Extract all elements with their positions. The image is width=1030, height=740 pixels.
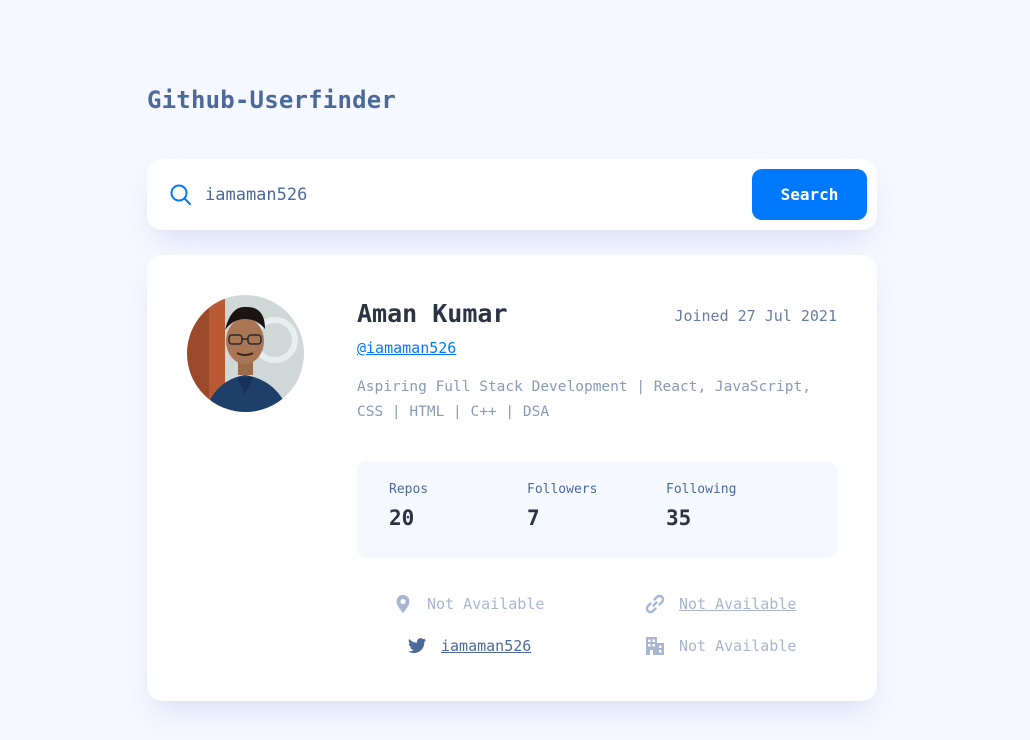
info-location-text: Not Available (427, 595, 545, 613)
info-blog[interactable]: Not Available (645, 594, 796, 614)
stat-followers-label: Followers (527, 482, 598, 497)
profile-login-link[interactable]: @iamaman526 (357, 339, 456, 357)
joined-date: Joined 27 Jul 2021 (674, 307, 837, 325)
search-icon (170, 184, 191, 205)
location-pin-icon (396, 595, 410, 613)
info-location: Not Available (393, 594, 544, 614)
link-icon (645, 594, 665, 614)
profile-name: Aman Kumar (357, 299, 508, 328)
profile-bio: Aspiring Full Stack Development | React,… (357, 375, 847, 425)
info-twitter-link[interactable]: iamaman526 (441, 637, 531, 655)
info-company: Not Available (645, 636, 796, 656)
building-icon (646, 637, 664, 655)
info-blog-link[interactable]: Not Available (679, 595, 796, 613)
stat-repos-label: Repos (389, 482, 429, 497)
search-input[interactable] (205, 177, 725, 213)
search-bar: Search (147, 159, 877, 230)
stat-followers-value: 7 (527, 506, 540, 530)
stat-following: Following 35 (666, 482, 736, 530)
stat-following-value: 35 (666, 506, 692, 530)
search-button[interactable]: Search (752, 169, 867, 220)
info-twitter[interactable]: iamaman526 (407, 636, 531, 656)
stat-repos: Repos 20 (389, 482, 428, 530)
profile-card: Aman Kumar Joined 27 Jul 2021 @iamaman52… (147, 255, 877, 701)
stat-repos-value: 20 (389, 506, 415, 530)
info-company-text: Not Available (679, 637, 797, 655)
stats-panel: Repos 20 Followers 7 Following 35 (357, 461, 837, 558)
bio-line: Aspiring Full Stack Development | React,… (357, 379, 811, 395)
bio-line: CSS | HTML | C++ | DSA (357, 404, 550, 420)
app-title: Github-Userfinder (147, 86, 397, 114)
stat-following-label: Following (666, 482, 737, 497)
stat-followers: Followers 7 (527, 482, 597, 530)
twitter-icon (408, 638, 427, 654)
avatar (187, 295, 304, 412)
